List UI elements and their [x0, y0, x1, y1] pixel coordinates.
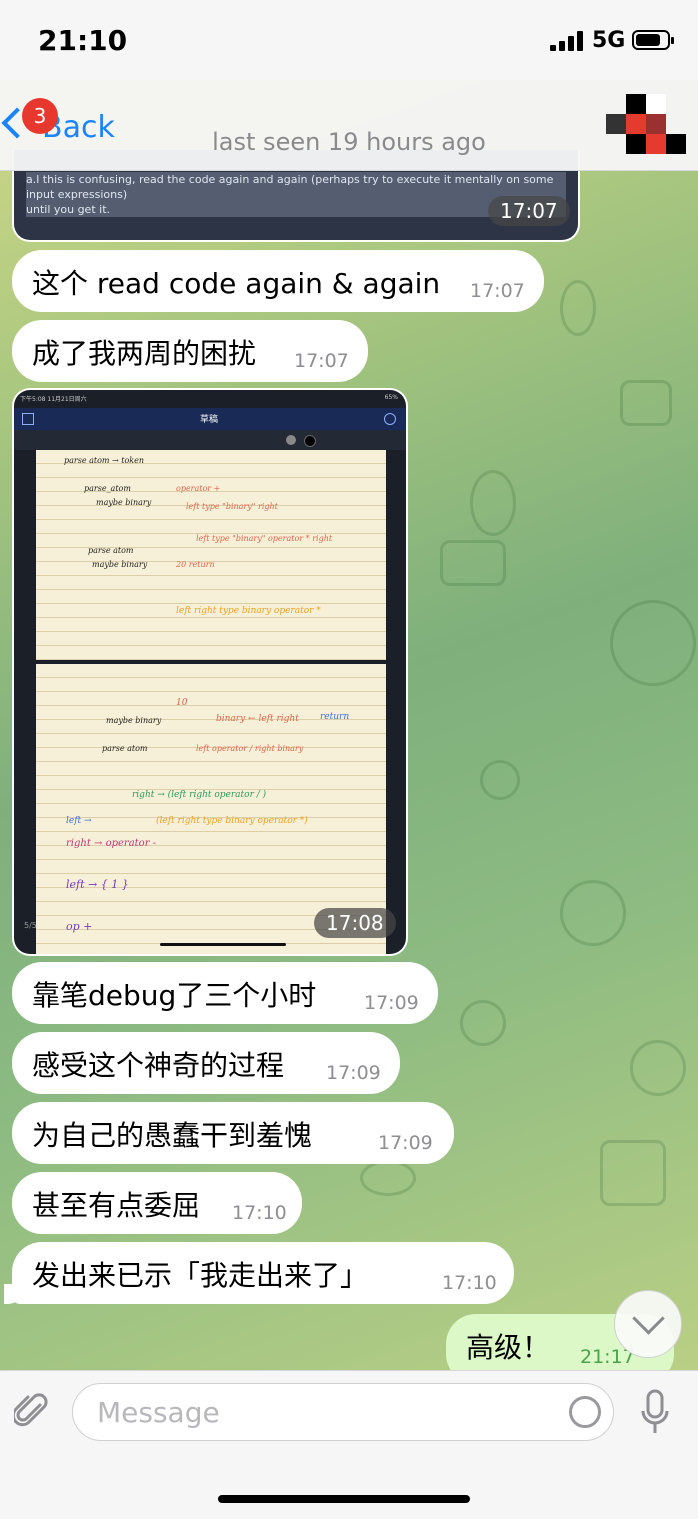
photo-timestamp: 17:08	[314, 908, 396, 938]
message-input[interactable]: Message	[72, 1383, 614, 1441]
status-time: 21:10	[38, 24, 128, 57]
message-time: 17:09	[378, 1132, 433, 1154]
message-bubble[interactable]: 成了我两周的困扰 17:07	[12, 320, 368, 382]
tablet-color-grey-icon	[286, 435, 296, 445]
message-time: 17:10	[442, 1272, 497, 1294]
message-text: 感受这个神奇的过程	[32, 1049, 285, 1082]
message-text: 发出来已示「我走出来了」	[32, 1259, 369, 1292]
photo-caption-line-2: until you get it.	[26, 203, 110, 216]
tablet-pen-toolbar	[14, 430, 406, 450]
message-bubble[interactable]: 为自己的愚蠢干到羞愧 17:09	[12, 1102, 454, 1164]
notebook-page-top: parse atom → token parse_atom maybe bina…	[36, 450, 386, 660]
microphone-icon[interactable]	[640, 1389, 670, 1437]
home-indicator	[218, 1495, 470, 1503]
message-time: 17:09	[364, 992, 419, 1014]
message-time: 17:07	[294, 350, 349, 372]
paperclip-icon[interactable]	[14, 1391, 48, 1431]
last-seen-status: last seen 19 hours ago	[212, 128, 486, 156]
tablet-color-black-icon	[304, 435, 316, 447]
photo-caption-text: a.l this is confusing, read the code aga…	[26, 172, 566, 217]
photo-caption-line-1: a.l this is confusing, read the code aga…	[26, 173, 554, 201]
tablet-more-icon	[384, 413, 396, 425]
tablet-status-bar: 下午5:08 11月21日周六 65%	[14, 390, 406, 408]
message-bubble[interactable]: 这个 read code again & again 17:07	[12, 250, 544, 312]
message-bubble[interactable]: 甚至有点委屈 17:10	[12, 1172, 302, 1234]
tablet-home-indicator	[160, 943, 286, 946]
tablet-title: 草稿	[200, 415, 219, 425]
battery-icon	[632, 30, 674, 50]
message-time: 17:09	[326, 1062, 381, 1084]
photo-message-handwritten-notes[interactable]: 下午5:08 11月21日周六 65% 草稿 parse atom → toke…	[12, 388, 408, 956]
scroll-to-bottom-button[interactable]	[614, 1290, 682, 1358]
message-text: 靠笔debug了三个小时	[32, 979, 317, 1012]
sticker-icon[interactable]	[569, 1396, 601, 1428]
network-type: 5G	[592, 28, 626, 53]
message-text: 这个 read code again & again	[32, 267, 441, 300]
message-bubble[interactable]: 靠笔debug了三个小时 17:09	[12, 962, 438, 1024]
tablet-page-indicator: 5/5	[24, 921, 37, 930]
tablet-screenshot: 下午5:08 11月21日周六 65% 草稿 parse atom → toke…	[14, 390, 406, 954]
message-bubble[interactable]: 发出来已示「我走出来了」 17:10	[4, 1242, 514, 1304]
message-composer: Message	[0, 1370, 698, 1519]
bubble-tail	[4, 1284, 24, 1304]
status-bar: 21:10 5G	[0, 0, 698, 80]
chat-header: Back 3 last seen 19 hours ago	[0, 80, 698, 171]
message-placeholder: Message	[97, 1396, 220, 1429]
message-text: 为自己的愚蠢干到羞愧	[32, 1119, 313, 1152]
message-bubble[interactable]: 感受这个神奇的过程 17:09	[12, 1032, 400, 1094]
tablet-toolbar: 草稿	[14, 408, 406, 430]
message-time: 17:10	[232, 1202, 287, 1224]
photo-timestamp: 17:07	[488, 196, 570, 226]
avatar[interactable]	[606, 94, 686, 156]
message-time: 17:07	[470, 280, 525, 302]
message-text: 甚至有点委屈	[32, 1189, 201, 1222]
tablet-status-battery: 65%	[384, 394, 398, 401]
message-text: 高级！	[466, 1331, 551, 1364]
signal-icon	[550, 31, 584, 51]
message-text: 成了我两周的困扰	[32, 337, 257, 370]
tablet-sidebar-icon	[22, 413, 34, 425]
tablet-status-time: 下午5:08 11月21日周六	[20, 396, 87, 403]
